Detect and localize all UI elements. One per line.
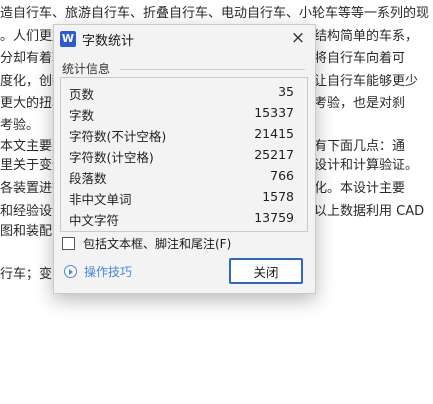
stat-value: 35 <box>278 84 294 99</box>
include-textboxes-label[interactable]: 包括文本框、脚注和尾注(F) <box>83 235 231 252</box>
stat-row-chars-no-spaces: 字符数(不计空格) 21415 <box>61 124 307 144</box>
stat-row-chars-with-spaces: 字符数(计空格) 25217 <box>61 145 307 165</box>
stat-value: 21415 <box>254 126 294 141</box>
doc-line: 以上数据利用 CAD <box>314 204 425 219</box>
stat-label: 页数 <box>69 87 95 102</box>
stat-row-non-chinese-words: 非中文单词 1578 <box>61 187 307 207</box>
group-label: 统计信息 <box>62 62 111 76</box>
dialog-title: 字数统计 <box>82 34 135 49</box>
stat-row-chinese-chars: 中文字符 13759 <box>61 208 307 228</box>
stat-label: 字符数(不计空格) <box>69 129 167 144</box>
doc-line: 造自行车、旅游自行车、折叠自行车、电动自行车、小轮车等等一系列的现 <box>0 6 430 21</box>
doc-line: 考验。 <box>0 118 40 133</box>
doc-line: 有下面几点：通 <box>314 139 406 154</box>
dialog-titlebar[interactable]: W 字数统计 × <box>54 25 315 52</box>
group-divider <box>120 69 305 70</box>
doc-line: 结构简单的车系， <box>314 29 419 44</box>
close-icon[interactable]: × <box>289 29 307 47</box>
stat-value: 1578 <box>262 189 294 204</box>
doc-line: 考验，也是对刹 <box>314 96 406 111</box>
stat-row-pages: 页数 35 <box>61 82 307 102</box>
stat-label: 字符数(计空格) <box>69 150 154 165</box>
stat-value: 766 <box>270 168 294 183</box>
stat-value: 25217 <box>254 147 294 162</box>
doc-line: 设计和计算验证。 <box>314 158 419 173</box>
doc-line: 让自行车能够更少 <box>314 74 419 89</box>
stat-row-words: 字数 15337 <box>61 103 307 123</box>
doc-line: 化。本设计主要 <box>314 181 406 196</box>
close-button[interactable]: 关闭 <box>229 258 303 284</box>
play-circle-icon <box>64 265 77 278</box>
stat-value: 15337 <box>254 105 294 120</box>
stat-label: 字数 <box>69 108 95 123</box>
include-textboxes-checkbox[interactable] <box>62 237 75 250</box>
word-count-dialog: W 字数统计 × 统计信息 页数 35 字数 15337 字符数(不计空格) 2… <box>53 24 316 294</box>
tips-label[interactable]: 操作技巧 <box>84 263 132 280</box>
stat-label: 中文字符 <box>69 213 120 228</box>
doc-line: 将自行车向着可 <box>314 51 406 66</box>
doc-line: 行车；变 <box>0 267 53 282</box>
wps-writer-icon: W <box>60 31 76 47</box>
stats-panel: 页数 35 字数 15337 字符数(不计空格) 21415 字符数(计空格) … <box>60 77 308 232</box>
stat-value: 13759 <box>254 210 294 225</box>
stat-row-paragraphs: 段落数 766 <box>61 166 307 186</box>
stat-label: 段落数 <box>69 171 107 186</box>
stat-label: 非中文单词 <box>69 192 132 207</box>
